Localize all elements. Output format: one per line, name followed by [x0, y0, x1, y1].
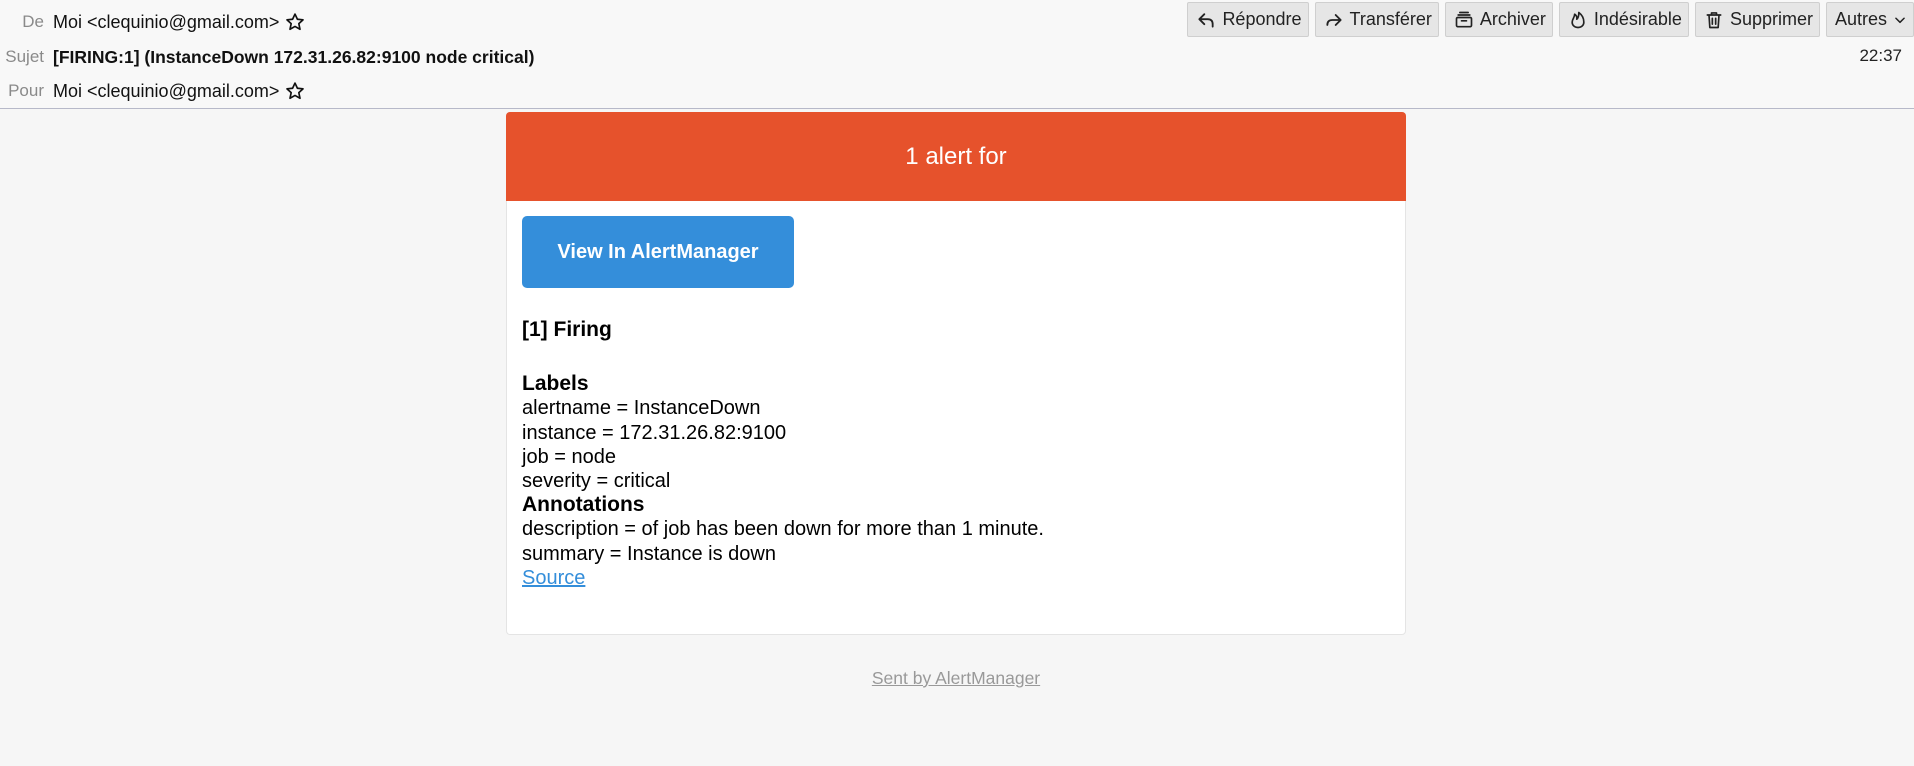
label-line: job = node: [522, 445, 616, 468]
subject-row: Sujet [FIRING:1] (InstanceDown 172.31.26…: [0, 40, 534, 74]
from-row: De Moi <clequinio@gmail.com>: [0, 5, 305, 39]
star-icon[interactable]: [285, 12, 305, 32]
message-toolbar: Répondre Transférer Archiver Indésirable…: [1187, 2, 1914, 37]
more-label: Autres: [1834, 9, 1887, 29]
message-header: De Moi <clequinio@gmail.com> Sujet [FIRI…: [0, 0, 1914, 109]
more-button[interactable]: Autres: [1825, 2, 1914, 37]
annotation-line: description = of job has been down for m…: [522, 518, 1044, 541]
subject-text: [FIRING:1] (InstanceDown 172.31.26.82:91…: [53, 46, 535, 67]
message-time: 22:37: [1859, 46, 1902, 65]
labels-heading: Labels: [522, 372, 589, 396]
subject-label: Sujet: [5, 47, 44, 66]
alert-banner-text: 1 alert for: [905, 142, 1007, 170]
star-icon[interactable]: [285, 81, 305, 101]
annotations-heading: Annotations: [522, 493, 645, 517]
forward-icon: [1324, 10, 1344, 30]
annotation-line: summary = Instance is down: [522, 542, 776, 565]
trash-icon: [1704, 10, 1724, 30]
firing-heading: [1] Firing: [522, 318, 612, 341]
label-line: severity = critical: [522, 470, 671, 493]
reply-button[interactable]: Répondre: [1187, 2, 1309, 37]
archive-icon: [1454, 10, 1474, 30]
alert-details: [1] Firing Labels alertname = InstanceDo…: [522, 318, 1382, 590]
label-line: instance = 172.31.26.82:9100: [522, 421, 787, 444]
chevron-down-icon: [1893, 13, 1907, 27]
from-address[interactable]: Moi <clequinio@gmail.com>: [53, 12, 279, 33]
forward-label: Transférer: [1349, 9, 1432, 29]
from-label: De: [22, 12, 44, 31]
forward-button[interactable]: Transférer: [1314, 2, 1439, 37]
junk-label: Indésirable: [1593, 9, 1682, 29]
reply-label: Répondre: [1222, 9, 1302, 29]
to-label: Pour: [8, 81, 44, 100]
reply-icon: [1196, 10, 1216, 30]
email-footer: Sent by AlertManager: [506, 668, 1406, 689]
delete-button[interactable]: Supprimer: [1694, 2, 1820, 37]
source-link[interactable]: Source: [522, 567, 585, 589]
view-in-alertmanager-button[interactable]: View In AlertManager: [522, 216, 794, 288]
archive-label: Archiver: [1479, 9, 1546, 29]
delete-label: Supprimer: [1729, 9, 1813, 29]
archive-button[interactable]: Archiver: [1444, 2, 1553, 37]
to-address[interactable]: Moi <clequinio@gmail.com>: [53, 81, 279, 102]
sent-by-alertmanager-link[interactable]: Sent by AlertManager: [872, 668, 1040, 688]
alert-banner: 1 alert for: [506, 112, 1406, 201]
label-line: alertname = InstanceDown: [522, 397, 761, 420]
to-row: Pour Moi <clequinio@gmail.com>: [0, 74, 305, 108]
junk-button[interactable]: Indésirable: [1558, 2, 1689, 37]
flame-icon: [1568, 10, 1588, 30]
